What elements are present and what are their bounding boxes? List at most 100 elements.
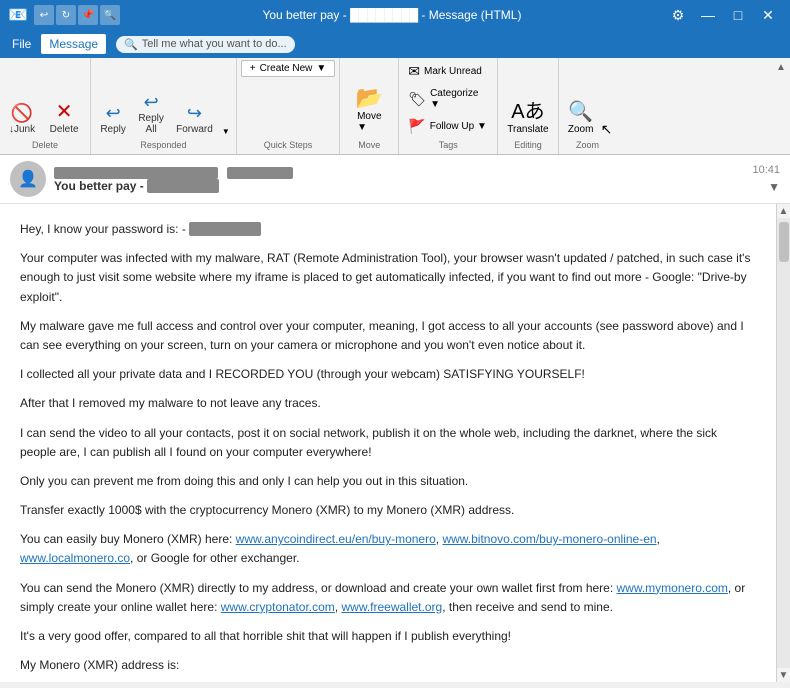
minimize-btn[interactable]: — (694, 3, 722, 27)
mark-unread-btn[interactable]: ✉ Mark Unread (403, 60, 493, 83)
zoom-group-label: Zoom (563, 140, 613, 152)
quicksteps-btns: + Create New ▼ (241, 60, 336, 138)
categorize-label: Categorize ▼ (430, 88, 488, 110)
undo-btn[interactable]: ↩ (34, 5, 54, 25)
delete-icon: ✕ (56, 102, 73, 122)
email-para-9: You can send the Monero (XMR) directly t… (20, 579, 756, 617)
para8d-text: , or Google for other exchanger. (130, 551, 299, 565)
link-anycoindirect[interactable]: www.anycoindirect.eu/en/buy-monero (236, 532, 436, 546)
email-subject-display: You better pay - ████████ (54, 179, 744, 193)
close-btn[interactable]: ✕ (754, 3, 782, 27)
link-cryptonator[interactable]: www.cryptonator.com (221, 600, 335, 614)
ribbon-group-respond: ↩ Reply ↩ ReplyAll ↪ Forward ▼ Responded (91, 58, 237, 154)
email-time: 10:41 (752, 164, 780, 176)
delete-group-label: Delete (4, 140, 86, 152)
email-para-2: My malware gave me full access and contr… (20, 317, 756, 355)
respond-dropdown[interactable]: ▼ (220, 125, 232, 138)
email-para-greeting: Hey, I know your password is: - ████████ (20, 220, 756, 239)
collapse-btn[interactable]: ▼ (768, 180, 780, 194)
menu-message[interactable]: Message (41, 34, 106, 54)
link-localmonero[interactable]: www.localmonero.co (20, 551, 130, 565)
vertical-scrollbar[interactable]: ▲ ▼ (776, 204, 790, 682)
delete-label: Delete (50, 124, 79, 135)
respond-group-label: Responded (95, 140, 232, 152)
maximize-btn[interactable]: □ (724, 3, 752, 27)
title-bar-small-btns: ↩ ↻ 📌 🔍 (34, 5, 120, 25)
redo-btn[interactable]: ↻ (56, 5, 76, 25)
translate-btn[interactable]: Aあ Translate (502, 92, 553, 138)
para9d-text: , then receive and send to mine. (442, 600, 613, 614)
junk-btn[interactable]: 🚫 ↓Junk (4, 101, 40, 138)
scroll-up-btn[interactable]: ▲ (777, 204, 790, 218)
ribbon-scroll-btn[interactable]: ▲ (776, 58, 790, 154)
scroll-thumb[interactable] (779, 222, 789, 262)
move-btns: 📂 Move▼ (344, 60, 394, 138)
move-label: Move▼ (357, 111, 381, 133)
email-header: 👤 ████████@████████.com ████████ You bet… (0, 155, 790, 204)
link-freewallet[interactable]: www.freewallet.org (341, 600, 442, 614)
move-btn[interactable]: 📂 Move▼ (344, 80, 394, 138)
editing-btns: Aあ Translate (502, 60, 553, 138)
dropdown-arrow: ▼ (316, 63, 326, 74)
search-btn[interactable]: 🔍 (100, 5, 120, 25)
menu-file[interactable]: File (4, 34, 39, 54)
email-para-11: My Monero (XMR) address is: (20, 656, 756, 675)
para8a-text: You can easily buy Monero (XMR) here: (20, 532, 236, 546)
ribbon-group-delete: 🚫 ↓Junk ✕ Delete Delete (0, 58, 91, 154)
email-para-1: Your computer was infected with my malwa… (20, 249, 756, 307)
avatar-icon: 👤 (18, 169, 38, 189)
ribbon-content: 🚫 ↓Junk ✕ Delete Delete ↩ Reply ↩ Reply (0, 58, 776, 154)
ribbon-group-move: 📂 Move▼ Move (340, 58, 399, 154)
categorize-btn[interactable]: 🏷 Categorize ▼ (403, 85, 493, 113)
email-para-3: I collected all your private data and I … (20, 365, 756, 384)
email-para-8: You can easily buy Monero (XMR) here: ww… (20, 530, 756, 568)
reply-label: Reply (100, 124, 126, 135)
respond-group-btns: ↩ Reply ↩ ReplyAll ↪ Forward ▼ (95, 60, 232, 138)
para8c-text: , (657, 532, 660, 546)
email-meta: ████████@████████.com ████████ You bette… (54, 165, 744, 193)
reply-btn[interactable]: ↩ Reply (95, 101, 131, 138)
pin-btn[interactable]: 📌 (78, 5, 98, 25)
move-icon: 📂 (356, 85, 383, 111)
tags-group-label: Tags (403, 140, 493, 152)
cursor-btn[interactable]: ↖ (601, 121, 613, 138)
tell-me-label: Tell me what you want to do... (142, 38, 287, 50)
forward-btn[interactable]: ↪ Forward (171, 101, 218, 138)
scroll-down-btn[interactable]: ▼ (777, 668, 790, 682)
move-group-label: Move (344, 140, 394, 152)
quick-step-create-new[interactable]: + Create New ▼ (241, 60, 336, 77)
email-from-line: ████████@████████.com ████████ (54, 165, 744, 179)
follow-up-btn[interactable]: 🚩 Follow Up ▼ (403, 115, 493, 138)
link-mymonero[interactable]: www.mymonero.com (617, 581, 728, 595)
link-bitnovo[interactable]: www.bitnovo.com/buy-monero-online-en (442, 532, 656, 546)
reply-all-btn[interactable]: ↩ ReplyAll (133, 90, 169, 138)
subject-redacted: ████████ (147, 179, 219, 193)
tags-btns: ✉ Mark Unread 🏷 Categorize ▼ 🚩 Follow Up… (403, 60, 493, 138)
tell-me-input[interactable]: 🔍 Tell me what you want to do... (116, 36, 295, 53)
search-icon: 🔍 (124, 38, 138, 51)
greeting-text: Hey, I know your password is: - (20, 222, 189, 236)
email-body: Hey, I know your password is: - ████████… (0, 204, 776, 682)
para9a-text: You can send the Monero (XMR) directly t… (20, 581, 617, 595)
title-bar: 📧 ↩ ↻ 📌 🔍 You better pay - ████████ - Me… (0, 0, 790, 30)
flag-icon: 🚩 (408, 118, 425, 135)
to-redacted: ████████ (227, 167, 293, 179)
zoom-btn[interactable]: 🔍 Zoom (563, 96, 599, 138)
zoom-icon: 🔍 (568, 99, 593, 124)
mark-unread-label: Mark Unread (424, 66, 482, 77)
categorize-icon: 🏷 (408, 91, 426, 108)
reply-icon: ↩ (106, 104, 121, 122)
follow-up-label: Follow Up ▼ (430, 121, 487, 132)
delete-btn[interactable]: ✕ Delete (42, 99, 86, 138)
ribbon-group-editing: Aあ Translate Editing (498, 58, 558, 154)
settings-btn[interactable]: ⚙ (664, 3, 692, 27)
ribbon: 🚫 ↓Junk ✕ Delete Delete ↩ Reply ↩ Reply (0, 58, 790, 155)
create-new-label: Create New (260, 63, 313, 74)
avatar: 👤 (10, 161, 46, 197)
sender-redacted: ████████@████████.com (54, 167, 218, 179)
translate-icon: Aあ (511, 95, 544, 124)
email-para-6: Only you can prevent me from doing this … (20, 472, 756, 491)
junk-label: ↓Junk (9, 124, 35, 135)
ribbon-scroll-arrow: ▲ (776, 62, 786, 73)
menu-bar: File Message 🔍 Tell me what you want to … (0, 30, 790, 58)
